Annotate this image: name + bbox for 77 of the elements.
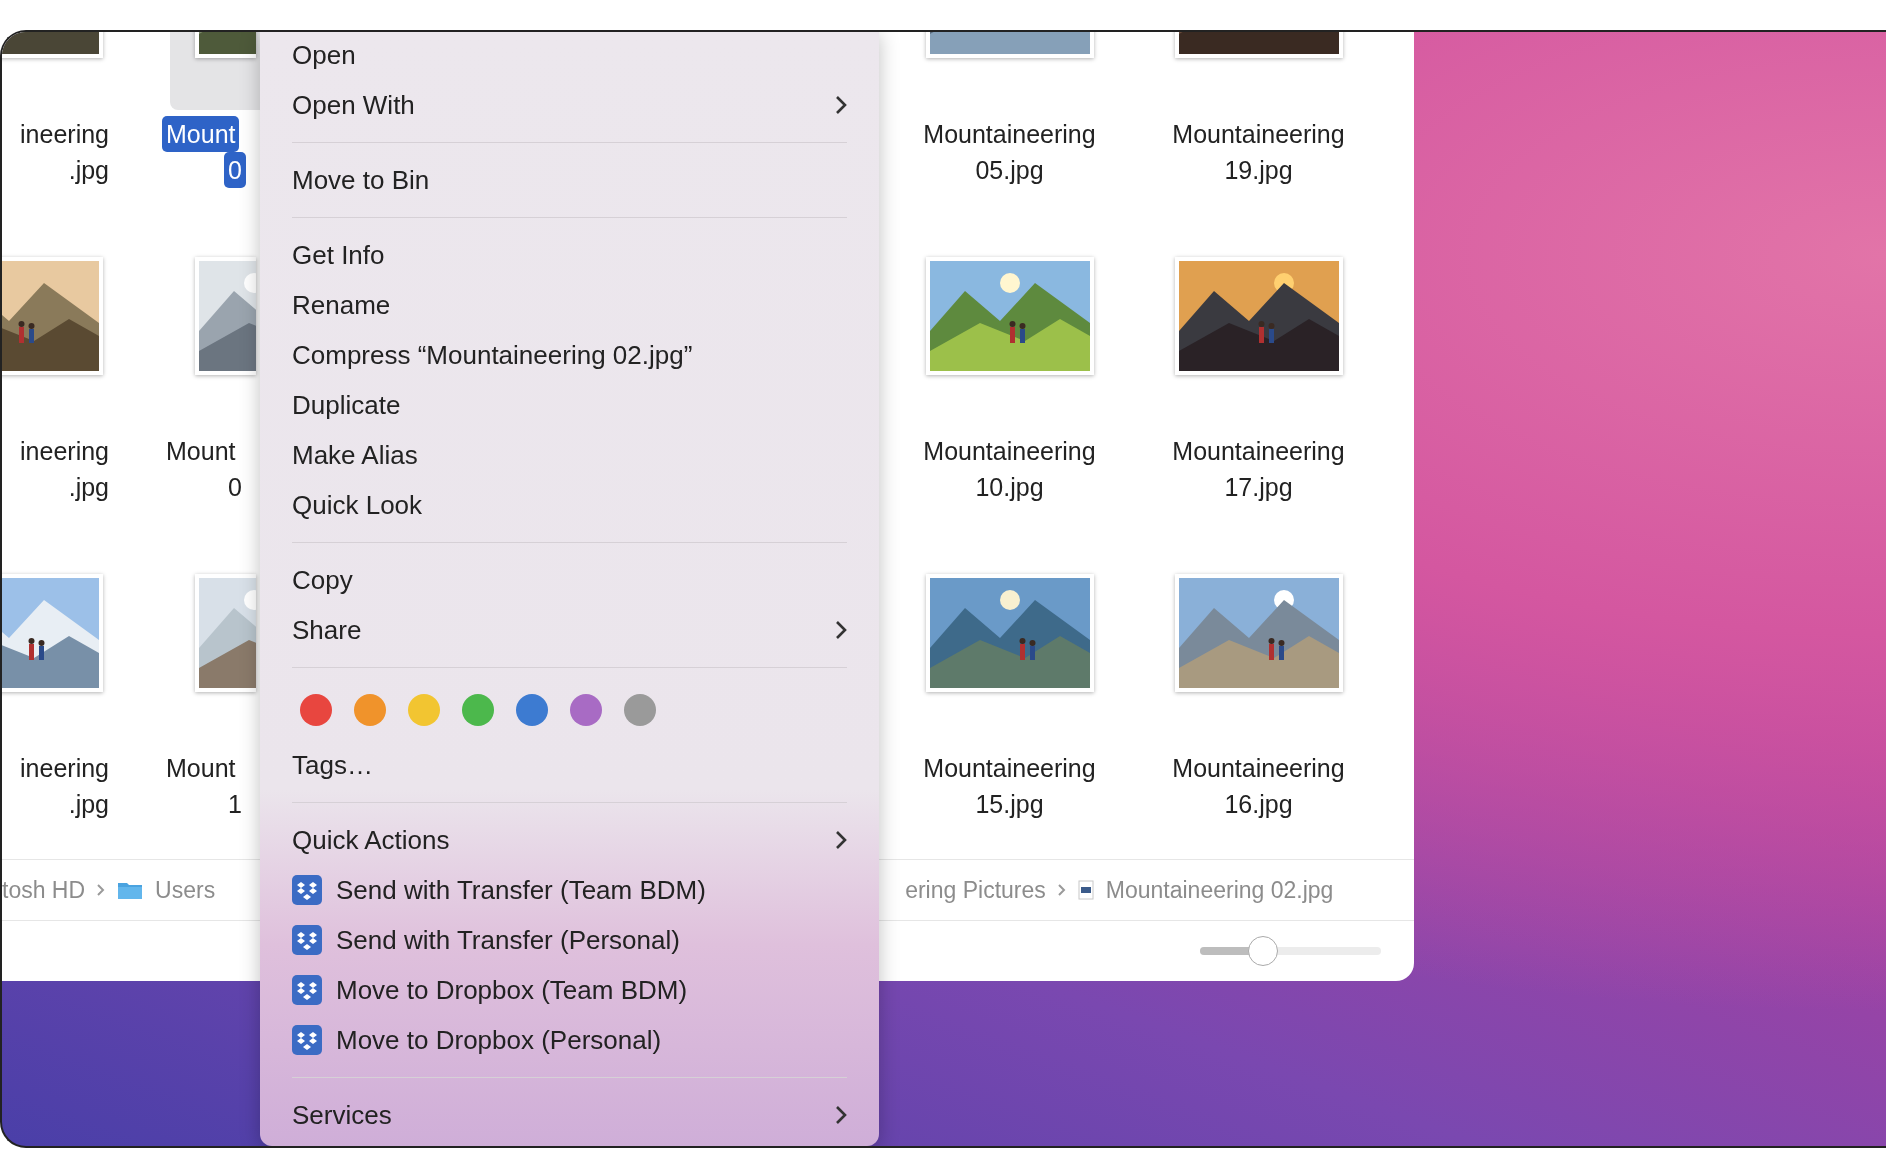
menu-item[interactable]: Move to Dropbox (Personal) (292, 1015, 847, 1065)
slider-thumb[interactable] (1248, 936, 1279, 966)
menu-item[interactable]: Services (292, 1090, 847, 1140)
menu-item-label: Send with Transfer (Team BDM) (336, 874, 706, 906)
menu-item-label: Make Alias (292, 439, 418, 471)
file-name: 16.jpg (1223, 789, 1294, 820)
menu-item[interactable]: Quick Actions (292, 815, 847, 865)
file-name: Mount (162, 116, 240, 152)
menu-item-label: Move to Dropbox (Team BDM) (336, 974, 688, 1006)
file-name: ineering (19, 119, 110, 150)
menu-item-label: Quick Actions (292, 824, 450, 856)
file-name: .jpg (67, 155, 110, 186)
menu-item-label: Quick Look (292, 489, 423, 521)
file-name: 10.jpg (974, 472, 1045, 503)
dropbox-icon (292, 1025, 322, 1055)
menu-item-label: Rename (292, 289, 391, 321)
file-name: 19.jpg (1223, 155, 1294, 186)
chevron-icon (97, 884, 106, 896)
tag-color-dot[interactable] (300, 694, 332, 726)
file-name: .jpg (67, 472, 110, 503)
menu-item-label: Open With (292, 89, 415, 121)
file-name: Mountaineering (1171, 436, 1346, 467)
menu-item[interactable]: Rename (292, 280, 847, 330)
menu-item-label: Duplicate (292, 389, 401, 421)
menu-item[interactable]: Copy (292, 555, 847, 605)
menu-item[interactable]: Open (292, 32, 847, 80)
menu-item[interactable]: Quick Look (292, 480, 847, 530)
file-name: 15.jpg (974, 789, 1045, 820)
menu-item[interactable]: Open With (292, 80, 847, 130)
dropbox-icon (292, 925, 322, 955)
tag-color-dot[interactable] (408, 694, 440, 726)
menu-item[interactable]: Send with Transfer (Personal) (292, 915, 847, 965)
file-name: Mountaineering (922, 436, 1097, 467)
menu-item-label: Move to Bin (292, 164, 430, 196)
menu-item-label: Get Info (292, 239, 385, 271)
menu-item[interactable]: Move to Bin (292, 155, 847, 205)
menu-item[interactable]: Share (292, 605, 847, 655)
file-name: 05.jpg (974, 155, 1045, 186)
tag-color-dot[interactable] (570, 694, 602, 726)
file-name: ineering (19, 753, 110, 784)
file-name: 0 (224, 152, 246, 188)
file-name: 0 (227, 472, 243, 503)
file-name: ineering (19, 436, 110, 467)
file-name: .jpg (67, 789, 110, 820)
menu-item-label: Compress “Mountaineering 02.jpg” (292, 339, 693, 371)
menu-item[interactable]: Get Info (292, 230, 847, 280)
tag-color-dot[interactable] (354, 694, 386, 726)
menu-item-label: Send with Transfer (Personal) (336, 924, 680, 956)
menu-item-label: Move to Dropbox (Personal) (336, 1024, 662, 1056)
menu-item-label: Tags… (292, 749, 373, 781)
menu-item[interactable]: Tags… (292, 740, 847, 790)
file-name: Mountaineering (1171, 119, 1346, 150)
file-name: Mountaineering (922, 753, 1097, 784)
file-name: Mount (165, 753, 237, 784)
zoom-slider[interactable] (1200, 935, 1381, 967)
dropbox-icon (292, 875, 322, 905)
dropbox-icon (292, 975, 322, 1005)
menu-item[interactable]: Send with Transfer (Team BDM) (292, 865, 847, 915)
file-name: Mountaineering (922, 119, 1097, 150)
file-name: Mountaineering (1171, 753, 1346, 784)
file-name: 17.jpg (1223, 472, 1294, 503)
folder-icon (117, 880, 144, 900)
menu-item-label: Share (292, 614, 362, 646)
menu-item[interactable]: Make Alias (292, 430, 847, 480)
file-name: Mount (165, 436, 237, 467)
menu-item-label: Services (292, 1099, 392, 1131)
menu-item[interactable]: Duplicate (292, 380, 847, 430)
chevron-icon (1057, 884, 1066, 896)
tag-color-dot[interactable] (462, 694, 494, 726)
file-name: 1 (227, 789, 243, 820)
image-file-icon (1077, 880, 1094, 900)
tag-color-dot[interactable] (516, 694, 548, 726)
tag-color-dot[interactable] (624, 694, 656, 726)
menu-item-label: Copy (292, 564, 353, 596)
menu-item[interactable]: Compress “Mountaineering 02.jpg” (292, 330, 847, 380)
menu-item-label: Open (292, 39, 356, 71)
menu-item[interactable]: Move to Dropbox (Team BDM) (292, 965, 847, 1015)
